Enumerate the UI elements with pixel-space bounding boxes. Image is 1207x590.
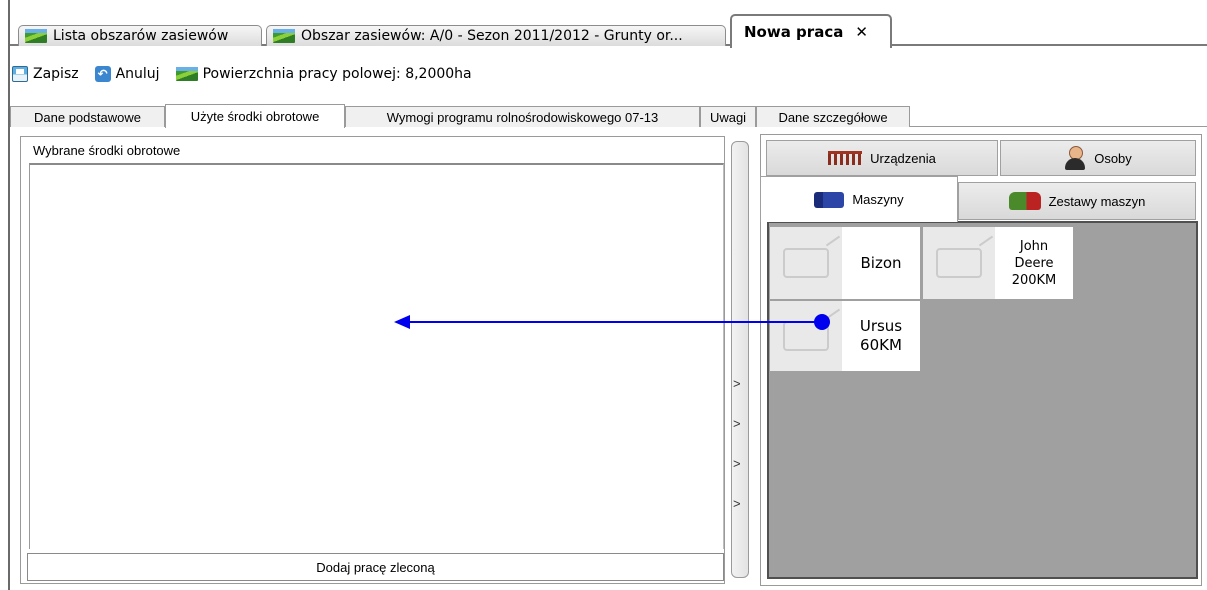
tab-used-resources[interactable]: Użyte środki obrotowe [165,104,345,128]
drag-arrow-head [394,315,410,329]
close-icon[interactable]: ✕ [855,23,868,41]
combine-harvester-icon [814,191,845,208]
tab-label: Nowa praca [744,23,844,41]
tab-new-work[interactable]: Nowa praca ✕ [730,14,892,48]
drag-arrow [394,314,830,330]
tab-label: Maszyny [852,192,904,207]
drag-start-dot [814,314,830,330]
tab-machines[interactable]: Maszyny [760,176,958,222]
